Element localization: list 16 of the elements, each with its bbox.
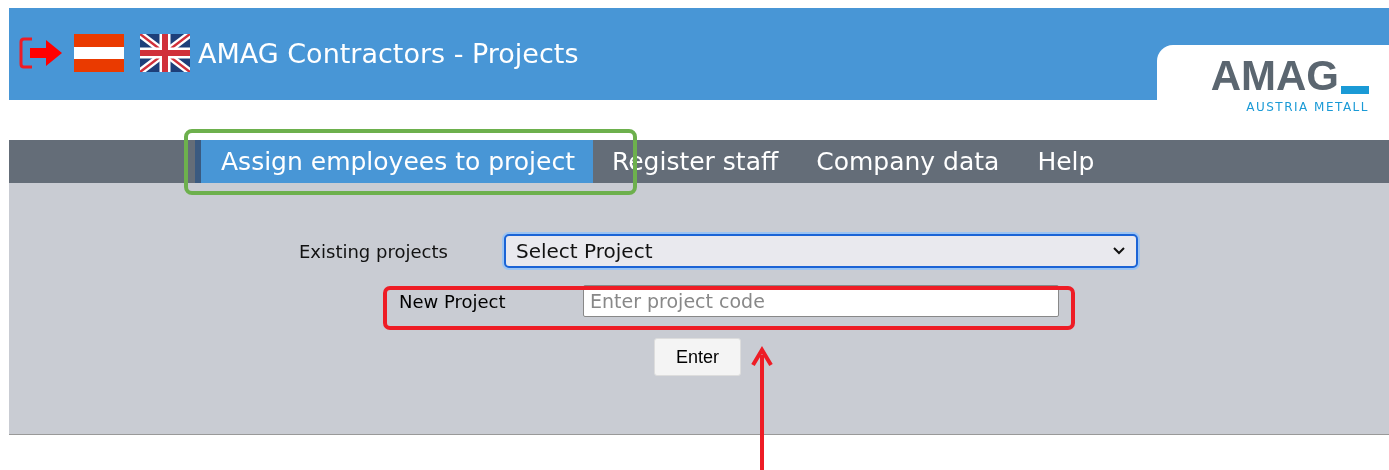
field-label: Existing projects	[299, 240, 449, 262]
field-label: New Project	[399, 290, 507, 312]
nav-tab[interactable]: Register staff	[592, 140, 798, 183]
arrow-icon	[750, 345, 774, 470]
enter-button[interactable]: Enter	[654, 338, 741, 376]
logo-tagline: AUSTRIA METALL	[1246, 100, 1369, 114]
nav-tab[interactable]: Help	[1018, 140, 1114, 183]
nav-tab[interactable]: Assign employees to project	[195, 140, 593, 183]
austria-flag-icon[interactable]	[74, 34, 124, 72]
project-select[interactable]: Select Project	[504, 234, 1138, 268]
uk-flag-icon[interactable]	[140, 34, 190, 72]
logo-bar-icon	[1341, 86, 1369, 94]
chevron-down-icon	[1112, 246, 1126, 256]
nav-tab[interactable]: Company data	[797, 140, 1019, 183]
app-title: AMAG Contractors - Projects	[198, 37, 579, 69]
logo-wordmark: AMAG	[1210, 55, 1339, 97]
